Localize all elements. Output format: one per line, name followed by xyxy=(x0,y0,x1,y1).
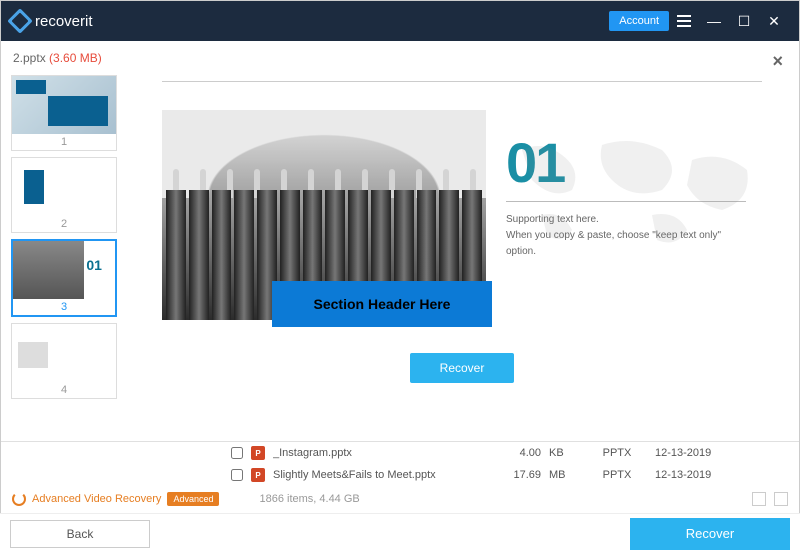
preview-panel: 2.pptx (3.60 MB) × 1 2 3 4 xyxy=(1,41,799,441)
close-preview-button[interactable]: × xyxy=(772,51,783,72)
slide-preview: Section Header Here 01 Supporting text h… xyxy=(162,81,762,341)
maximize-button[interactable]: ☐ xyxy=(729,6,759,36)
grid-view-icon[interactable] xyxy=(752,492,766,506)
slide-left: Section Header Here xyxy=(162,110,486,341)
minimize-button[interactable]: — xyxy=(699,6,729,36)
recovery-icon xyxy=(12,492,26,506)
close-window-button[interactable]: ✕ xyxy=(759,6,789,36)
thumbnail-4[interactable]: 4 xyxy=(11,323,117,399)
filename-text: 2.pptx xyxy=(13,51,46,65)
avr-label: Advanced Video Recovery xyxy=(32,493,161,505)
file-name: Slightly Meets&Fails to Meet.pptx xyxy=(273,469,463,481)
thumbnail-strip[interactable]: 1 2 3 4 xyxy=(11,49,129,441)
avr-badge: Advanced xyxy=(167,492,219,506)
app-name: recoverit xyxy=(35,13,93,30)
view-toggle xyxy=(752,492,788,506)
file-size: 17.69 xyxy=(471,469,541,481)
section-header-box: Section Header Here xyxy=(272,281,492,327)
status-bar: Advanced Video Recovery Advanced 1866 it… xyxy=(0,485,800,513)
app-logo: recoverit xyxy=(11,12,93,30)
file-date: 12-13-2019 xyxy=(655,447,735,459)
recover-button[interactable]: Recover xyxy=(630,518,790,550)
preview-filename: 2.pptx (3.60 MB) xyxy=(13,51,102,65)
file-name: _Instagram.pptx xyxy=(273,447,463,459)
file-row[interactable]: Slightly Meets&Fails to Meet.pptx 17.69 … xyxy=(231,464,789,486)
logo-icon xyxy=(7,8,32,33)
file-unit: KB xyxy=(549,447,579,459)
thumbnail-2[interactable]: 2 xyxy=(11,157,117,233)
filesize-text: (3.60 MB) xyxy=(49,51,102,65)
recover-preview-button[interactable]: Recover xyxy=(410,353,515,383)
file-date: 12-13-2019 xyxy=(655,469,735,481)
file-row[interactable]: _Instagram.pptx 4.00 KB PPTX 12-13-2019 xyxy=(231,442,789,464)
thumb-number: 1 xyxy=(12,134,116,150)
titlebar: recoverit Account — ☐ ✕ xyxy=(1,1,799,41)
thumbnail-3[interactable]: 3 xyxy=(11,239,117,317)
thumb-number: 3 xyxy=(13,299,115,315)
file-checkbox[interactable] xyxy=(231,447,243,459)
file-size: 4.00 xyxy=(471,447,541,459)
file-type: PPTX xyxy=(587,469,647,481)
thumb-image xyxy=(12,76,116,134)
footer: Back Recover xyxy=(0,513,800,553)
thumbnail-1[interactable]: 1 xyxy=(11,75,117,151)
thumb-image xyxy=(12,324,116,382)
main-preview: Section Header Here 01 Supporting text h… xyxy=(129,49,789,441)
thumb-number: 2 xyxy=(12,216,116,232)
file-type: PPTX xyxy=(587,447,647,459)
status-text: 1866 items, 4.44 GB xyxy=(259,493,359,505)
file-list: _Instagram.pptx 4.00 KB PPTX 12-13-2019 … xyxy=(1,441,799,486)
slide-right: 01 Supporting text here. When you copy &… xyxy=(486,110,762,341)
thumb-image xyxy=(12,158,116,216)
thumb-number: 4 xyxy=(12,382,116,398)
worldmap-icon xyxy=(502,120,762,260)
file-unit: MB xyxy=(549,469,579,481)
list-view-icon[interactable] xyxy=(774,492,788,506)
back-button[interactable]: Back xyxy=(10,520,150,548)
advanced-video-recovery[interactable]: Advanced Video Recovery Advanced xyxy=(12,492,219,506)
file-checkbox[interactable] xyxy=(231,469,243,481)
hamburger-icon xyxy=(677,15,691,27)
pptx-icon xyxy=(251,468,265,482)
menu-button[interactable] xyxy=(669,6,699,36)
account-button[interactable]: Account xyxy=(609,11,669,31)
thumb-image xyxy=(13,241,115,299)
pptx-icon xyxy=(251,446,265,460)
